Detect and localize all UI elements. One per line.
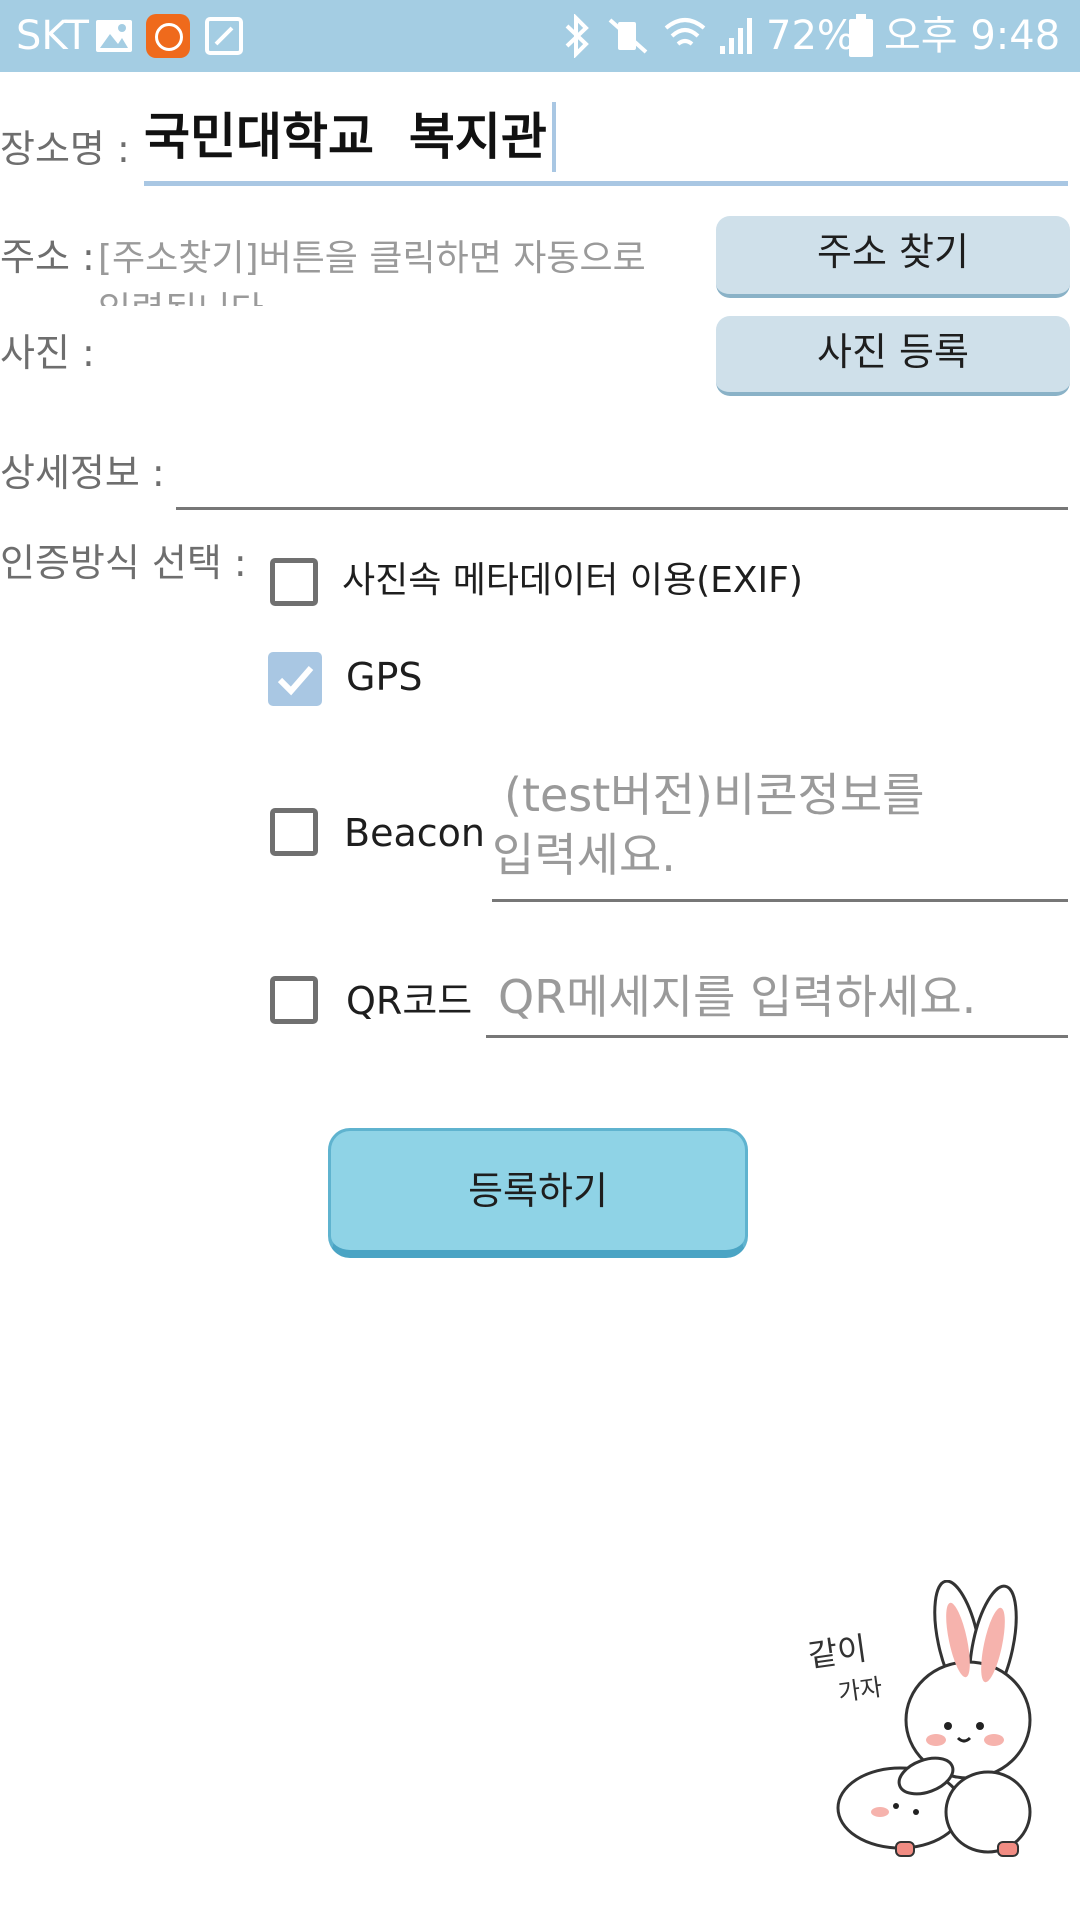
gallery-icon <box>96 20 132 52</box>
bluetooth-icon <box>565 14 589 58</box>
register-button[interactable]: 등록하기 <box>328 1128 748 1258</box>
edit-icon <box>205 17 243 55</box>
photo-label: 사진 : <box>0 331 95 375</box>
beacon-underline <box>492 899 1068 902</box>
battery-percent: 72% <box>766 13 855 59</box>
beacon-checkbox[interactable] <box>270 808 318 856</box>
qr-input[interactable]: QR메세지를 입력하세요. <box>486 962 1068 1038</box>
place-name-input[interactable]: 국민대학교 복지관 <box>144 96 1068 186</box>
qr-checkbox[interactable] <box>270 976 318 1024</box>
address-label: 주소 : <box>0 235 95 279</box>
beacon-input[interactable]: (test버전)비콘정보를 입력세요. <box>492 764 1068 902</box>
auth-method-label: 인증방식 선택 : <box>0 541 247 585</box>
bunny-illustration <box>836 1579 1032 1857</box>
text-cursor <box>552 102 556 172</box>
sticker-text-line1: 같이 <box>805 1629 870 1675</box>
carrier-label: SKT <box>16 13 89 59</box>
exif-checkbox[interactable] <box>270 558 318 606</box>
gps-label: GPS <box>346 655 423 699</box>
address-placeholder-line1: [주소찾기]버튼을 클릭하면 자동으로 <box>98 238 646 279</box>
beacon-placeholder-line2: 입력세요. <box>492 828 676 882</box>
vibrate-icon <box>608 18 648 54</box>
wifi-icon <box>664 18 706 46</box>
check-icon <box>277 666 314 696</box>
address-placeholder-line2: 입력됩니다 <box>98 286 264 306</box>
battery-icon <box>849 14 873 57</box>
detail-info-label: 상세정보 : <box>0 451 165 495</box>
register-photo-button[interactable]: 사진 등록 <box>716 316 1070 396</box>
qr-label: QR코드 <box>346 979 473 1023</box>
address-field[interactable]: [주소찾기]버튼을 클릭하면 자동으로 입력됩니다 <box>98 224 688 306</box>
place-name-value: 국민대학교 복지관 <box>144 108 547 166</box>
detail-info-input[interactable] <box>176 440 1068 510</box>
signal-icon <box>720 18 752 54</box>
qr-underline <box>486 1035 1068 1038</box>
mi-app-icon <box>146 14 190 58</box>
beacon-label: Beacon <box>344 811 485 855</box>
exif-label: 사진속 메타데이터 이용(EXIF) <box>342 560 803 601</box>
detail-info-underline <box>176 507 1068 510</box>
place-name-underline <box>144 181 1068 186</box>
status-bar: SKT 72% 오후 9:48 <box>0 0 1080 72</box>
bunny-sticker: 같이 가자 <box>805 1579 1048 1870</box>
place-name-label: 장소명 : <box>0 127 130 171</box>
qr-placeholder: QR메세지를 입력하세요. <box>498 970 977 1024</box>
find-address-button[interactable]: 주소 찾기 <box>716 216 1070 298</box>
gps-checkbox[interactable] <box>268 652 322 706</box>
clock: 오후 9:48 <box>884 13 1061 59</box>
beacon-placeholder-line1: (test버전)비콘정보를 <box>504 768 925 822</box>
